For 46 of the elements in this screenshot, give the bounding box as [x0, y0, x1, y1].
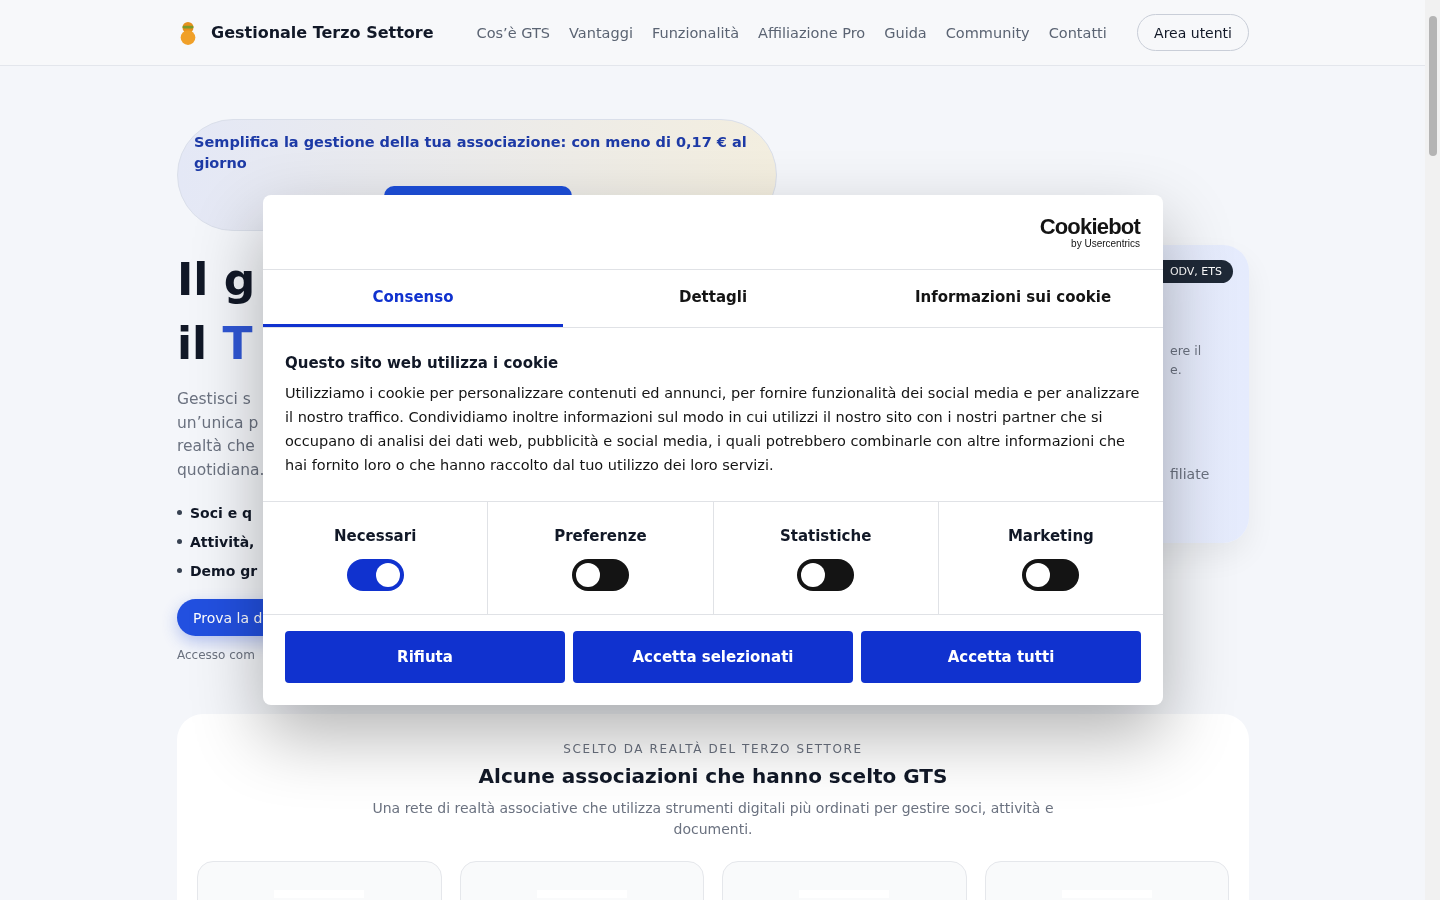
category-label: Marketing — [1007, 527, 1094, 545]
category-label: Necessari — [333, 527, 417, 545]
intro-text: quotidiana. — [177, 459, 265, 481]
nav-link[interactable]: Guida — [884, 24, 927, 41]
consent-button[interactable]: Accetta tutti — [861, 631, 1141, 683]
nav-link[interactable]: Community — [945, 24, 1030, 41]
dialog-text: Utilizziamo i cookie per personalizzare contenuti ed annunci, per fornire funzionalità dei social media e per analizzare il nostro traffico. Condividiamo inoltre informazioni sul modo in cui utilizzi il nostro sito con i nostri partner che si occupano di analisi dei dati web, pubblicità e social media, i quali potrebbero combinarle con altre informazioni che hai fornito loro o che hanno raccolto dal tuo utilizzo dei loro servizi. — [285, 384, 1141, 475]
section-kicker: SCELTO DA REALTÀ DEL TERZO SETTORE — [562, 742, 864, 756]
intro-text: un’unica p — [177, 412, 259, 434]
scrollbar[interactable] — [1425, 0, 1440, 900]
consent-button[interactable]: Accetta selezionati — [573, 631, 853, 683]
nav-link[interactable]: Cos’è GTS — [476, 24, 551, 41]
card-text: ere il — [1170, 342, 1202, 360]
hero-title: Il g — [177, 253, 256, 307]
consent-button[interactable]: Rifiuta — [285, 631, 565, 683]
feature-item: Attività, — [190, 533, 255, 550]
card-text: filiate — [1170, 466, 1210, 482]
login-button[interactable]: Area utenti — [1137, 14, 1249, 51]
category-label: Statistiche — [779, 527, 872, 545]
nav-link[interactable]: Funzionalità — [651, 24, 740, 41]
bullet-icon — [177, 510, 182, 515]
nav-link[interactable]: Contatti — [1048, 24, 1107, 41]
toggle-switch[interactable] — [797, 559, 855, 591]
category-label: Preferenze — [554, 527, 647, 545]
card-text: e. — [1170, 361, 1183, 379]
section-title: Alcune associazioni che hanno scelto GTS — [477, 764, 949, 788]
access-note: Accesso com — [177, 648, 255, 662]
promo-text: Semplifica la gestione della tua associazione: con meno di 0,17 € al giorno — [194, 133, 748, 173]
intro-text: realtà che — [177, 436, 255, 457]
nav-link[interactable]: Affiliazione Pro — [758, 24, 866, 41]
intro-text: Gestisci s — [177, 389, 251, 410]
toggle-switch[interactable] — [346, 559, 404, 591]
dialog-tab[interactable]: Consenso — [263, 270, 563, 327]
bullet-icon — [177, 539, 182, 544]
feature-item: Soci e q — [190, 504, 253, 521]
toggle-switch[interactable] — [1022, 559, 1080, 591]
logo-subtitle: by Usercentrics — [1071, 237, 1140, 249]
toggle-switch[interactable] — [571, 559, 629, 591]
cookiebot-logo: Cookiebot — [1039, 215, 1140, 238]
feature-item: Demo gr — [190, 562, 258, 579]
brand-name: Gestionale Terzo Settore — [211, 23, 434, 42]
dialog-heading: Questo sito web utilizza i cookie — [285, 354, 560, 372]
nav-link[interactable]: Vantaggi — [569, 24, 633, 41]
hero-title: il T — [177, 317, 253, 371]
section-subtitle: Una rete di realtà associative che utilizza strumenti digitali più ordinati per gestire soci, attività e documenti. — [371, 799, 1055, 839]
bullet-icon — [177, 568, 182, 573]
